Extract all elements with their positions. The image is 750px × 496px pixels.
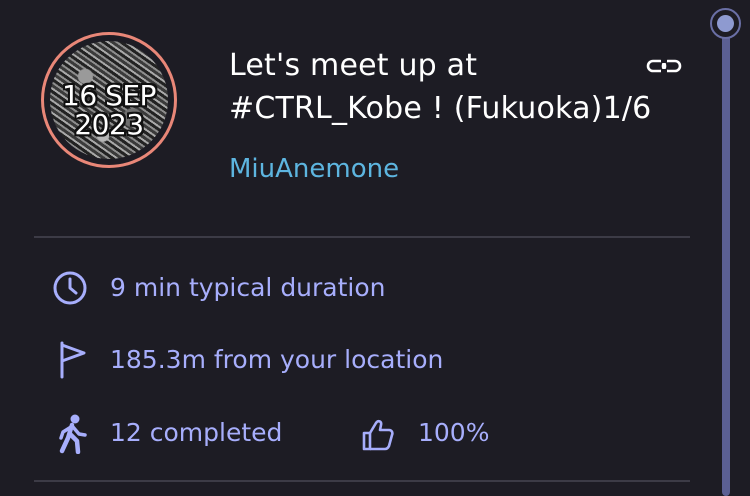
rating-text: 100%: [418, 418, 490, 447]
scroll-handle-dot: [717, 15, 734, 32]
event-badge[interactable]: 16 SEP 2023: [41, 32, 177, 168]
flag-icon: [60, 341, 86, 379]
quest-title-line2: #CTRL_Kobe ! (Fukuoka)1/6: [229, 91, 652, 126]
quest-title: Let's meet up at #CTRL_Kobe ! (Fukuoka)1…: [229, 44, 699, 130]
quest-title-line1: Let's meet up at: [229, 48, 478, 83]
scroll-handle[interactable]: [710, 8, 741, 39]
quest-card: 16 SEP 2023 Let's meet up at #CTRL_Kobe …: [0, 0, 712, 496]
badge-date-year: 2023: [74, 108, 144, 141]
distance-text: 185.3m from your location: [110, 345, 444, 374]
divider: [34, 480, 690, 482]
author-link[interactable]: MiuAnemone: [229, 151, 399, 187]
badge-date-day-month: 16 SEP: [62, 79, 156, 112]
divider: [34, 236, 690, 238]
duration-text: 9 min typical duration: [110, 273, 386, 302]
thumbs-up-icon: [362, 419, 394, 451]
completed-text: 12 completed: [110, 418, 283, 447]
clock-icon: [53, 271, 87, 305]
link-icon[interactable]: [646, 57, 682, 75]
scroll-track[interactable]: [722, 24, 730, 496]
badge-date: 16 SEP 2023: [44, 81, 174, 139]
walking-icon: [59, 414, 87, 454]
